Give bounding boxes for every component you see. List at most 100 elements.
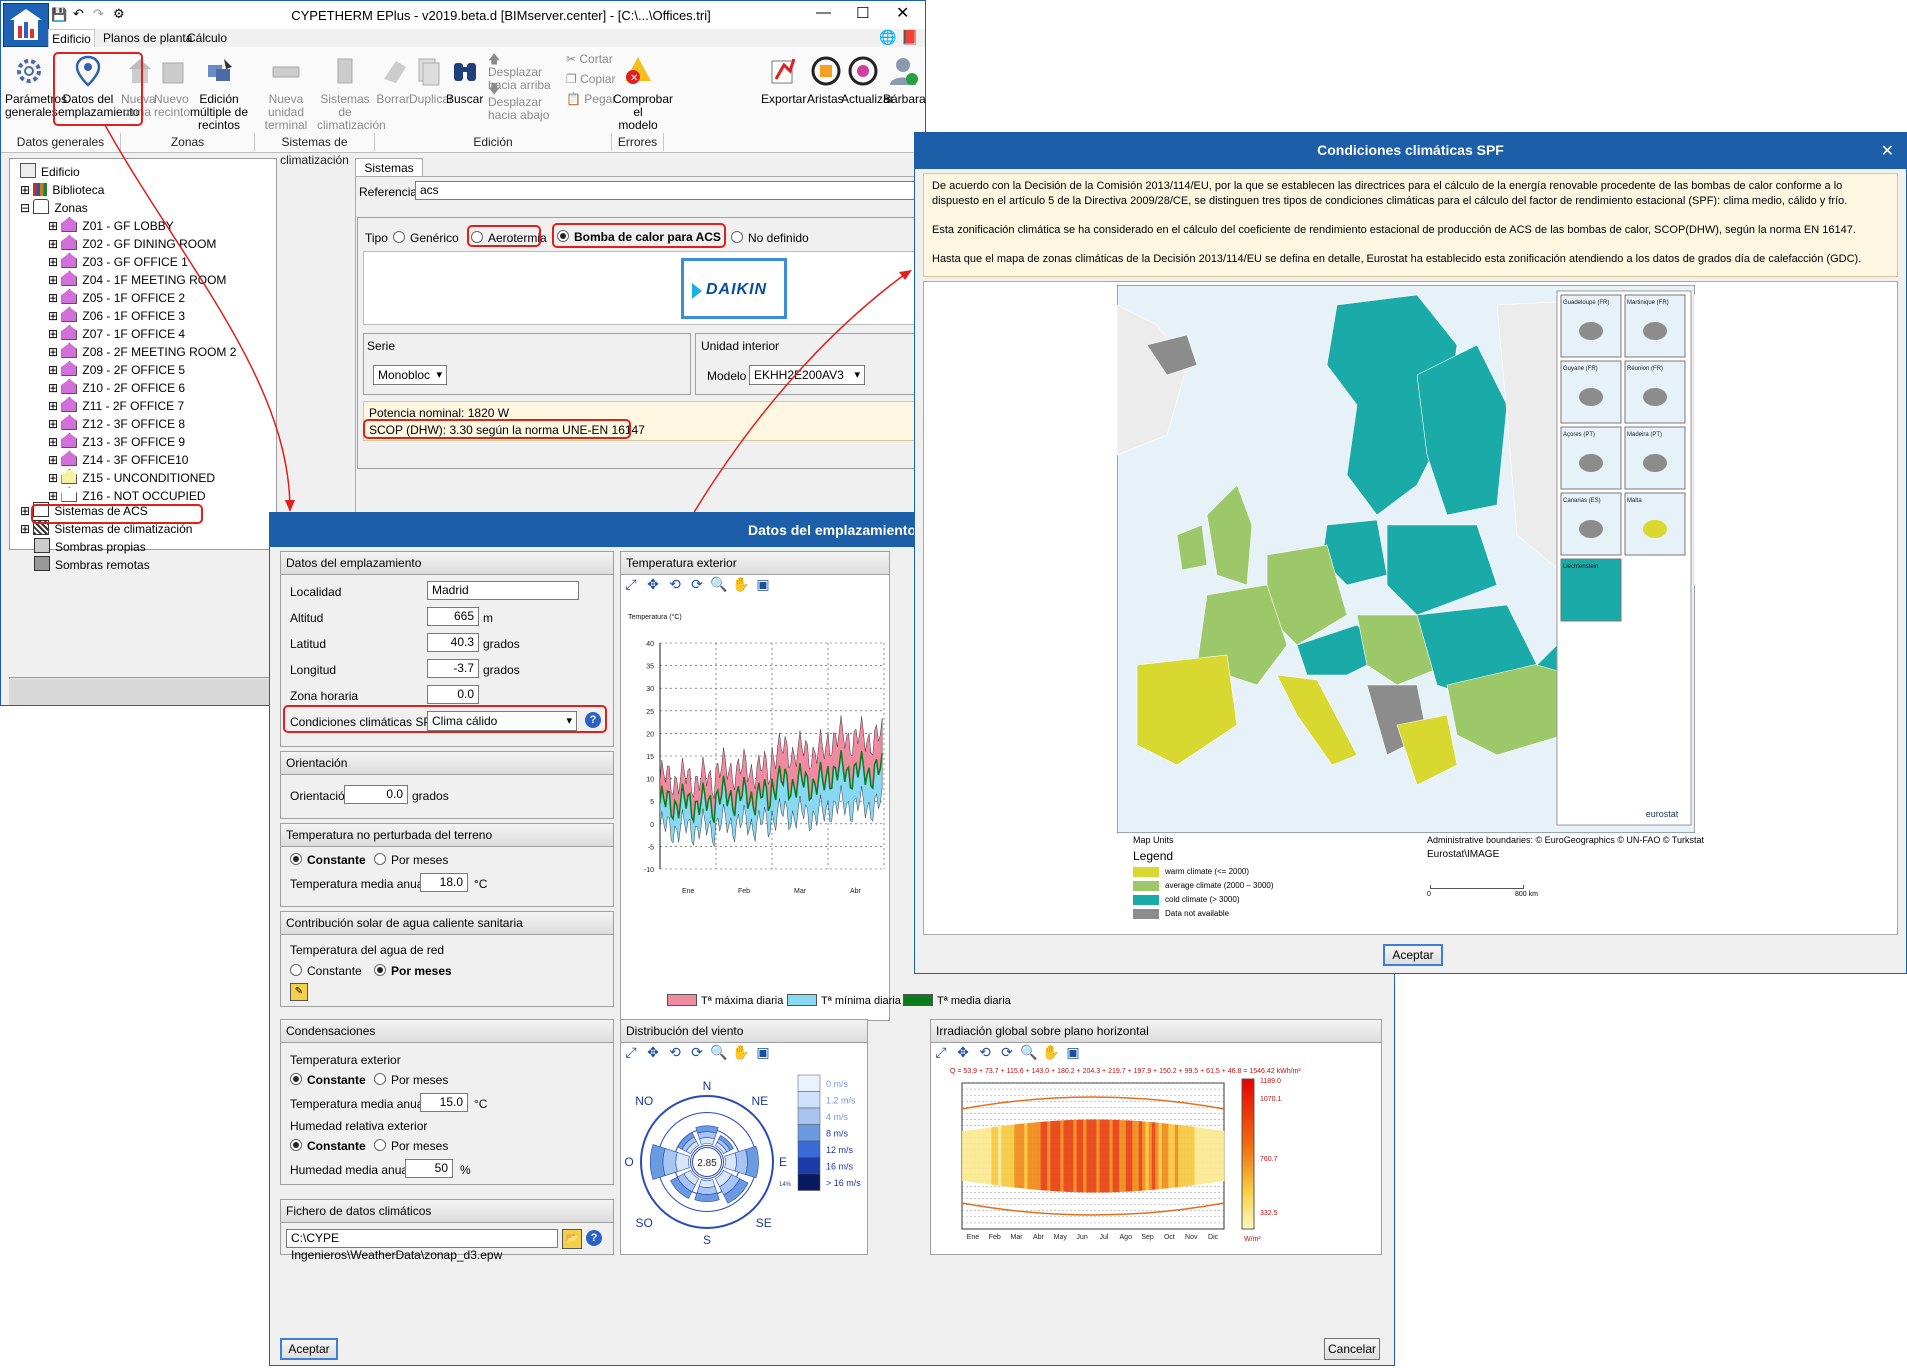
heatmap-column xyxy=(1027,1122,1032,1190)
y-tick-label: 0 xyxy=(650,822,654,829)
colorbar-label: 760.7 xyxy=(1260,1156,1278,1163)
heatmap-column xyxy=(981,1128,986,1184)
heatmap-column xyxy=(971,1129,976,1183)
y-tick-label: 30 xyxy=(646,686,654,693)
terreno-media-input[interactable]: 18.0 xyxy=(420,873,468,892)
condens-temp-constante-radio[interactable]: Constante xyxy=(290,1073,366,1087)
heatmap-column xyxy=(1194,1127,1199,1185)
zoom-fit-icon[interactable]: ⤢ xyxy=(932,1043,950,1061)
condens-temp-label: Temperatura exterior xyxy=(290,1053,401,1067)
heatmap-column xyxy=(1066,1120,1071,1192)
heatmap-column xyxy=(978,1128,982,1184)
heatmap-column xyxy=(1096,1119,1100,1193)
y-tick-label: 35 xyxy=(646,664,654,671)
condens-hum-unit: % xyxy=(460,1163,471,1177)
rotate-icon[interactable]: ⟳ xyxy=(688,1043,706,1061)
heatmap-column xyxy=(1050,1120,1054,1192)
condens-temp-media-label: Temperatura media anual: xyxy=(290,1097,430,1111)
export-image-icon[interactable]: ▣ xyxy=(754,575,772,593)
pan-hand-icon[interactable]: ✋ xyxy=(732,575,750,593)
rotate-icon[interactable]: ⟳ xyxy=(998,1043,1016,1061)
pan-hand-icon[interactable]: ✋ xyxy=(1042,1043,1060,1061)
inset-land xyxy=(1579,520,1603,538)
zoom-all-icon[interactable]: ✥ xyxy=(644,1043,662,1061)
spf-aceptar-button[interactable]: Aceptar xyxy=(1383,944,1443,966)
heatmap-column xyxy=(1056,1120,1061,1192)
rose-center-value: 2.85 xyxy=(697,1158,717,1169)
y-tick-label: 40 xyxy=(646,641,654,648)
spf-dialog: Condiciones climáticas SPF ✕ De acuerdo … xyxy=(914,132,1907,974)
heatmap-column xyxy=(1148,1122,1153,1190)
site-cancelar-button[interactable]: Cancelar xyxy=(1324,1338,1380,1360)
longitud-unit: grados xyxy=(483,663,520,677)
pan-hand-icon[interactable]: ✋ xyxy=(732,1043,750,1061)
inset-land xyxy=(1579,388,1603,406)
legend-entry: Data not available xyxy=(1165,909,1230,918)
condens-hum-constante-radio[interactable]: Constante xyxy=(290,1139,366,1153)
condens-hum-media-input[interactable]: 50 xyxy=(405,1159,453,1178)
condens-hum-meses-radio[interactable]: Por meses xyxy=(374,1139,448,1153)
heatmap-column xyxy=(1020,1123,1025,1189)
heatmap-column xyxy=(1109,1119,1113,1193)
fichero-path-input[interactable]: C:\CYPE Ingenieros\WeatherData\zonap_d3.… xyxy=(286,1229,558,1262)
spf-close-icon[interactable]: ✕ xyxy=(1881,141,1894,161)
heatmap-column xyxy=(1217,1130,1222,1182)
heatmap-column xyxy=(1014,1124,1018,1188)
condens-temp-media-input[interactable]: 15.0 xyxy=(420,1093,468,1112)
localidad-input[interactable]: Madrid xyxy=(427,581,579,600)
zoom-previous-icon[interactable]: ⟲ xyxy=(666,1043,684,1061)
export-image-icon[interactable]: ▣ xyxy=(754,1043,772,1061)
solar-constante-radio[interactable]: Constante xyxy=(290,964,362,978)
rose-segment xyxy=(649,1144,666,1180)
rotate-icon[interactable]: ⟳ xyxy=(688,575,706,593)
terreno-constante-radio[interactable]: Constante xyxy=(290,853,366,867)
zoom-fit-icon[interactable]: ⤢ xyxy=(622,575,640,593)
rose-segment xyxy=(734,1149,748,1175)
rose-direction-label: N xyxy=(703,1079,712,1093)
zona-horaria-label: Zona horaria xyxy=(290,689,359,703)
heatmap-column xyxy=(1102,1119,1107,1193)
heatmap-column xyxy=(991,1127,996,1185)
heatmap-column xyxy=(1191,1126,1195,1186)
heatmap-column xyxy=(1184,1125,1189,1187)
latitud-input[interactable]: 40.3 xyxy=(427,633,479,652)
zoom-previous-icon[interactable]: ⟲ xyxy=(666,575,684,593)
condens-temp-meses-radio[interactable]: Por meses xyxy=(374,1073,448,1087)
solar-meses-radio[interactable]: Por meses xyxy=(374,964,452,978)
rose-direction-label: SO xyxy=(636,1216,653,1230)
zoom-fit-icon[interactable]: ⤢ xyxy=(622,1043,640,1061)
longitud-input[interactable]: -3.7 xyxy=(427,659,479,678)
heatmap-column xyxy=(1063,1120,1068,1192)
rose-segment xyxy=(675,1151,690,1173)
zoom-window-icon[interactable]: 🔍 xyxy=(1020,1043,1038,1061)
heatmap-column xyxy=(1115,1119,1120,1193)
speed-class-label: 1.2 m/s xyxy=(826,1096,856,1106)
zoom-window-icon[interactable]: 🔍 xyxy=(710,575,728,593)
export-image-icon[interactable]: ▣ xyxy=(1064,1043,1082,1061)
irradiation-heatmap: Q = 53.9 + 73.7 + 115.6 + 143.0 + 180.2 … xyxy=(950,1068,1301,1243)
heatmap-column xyxy=(1119,1120,1123,1192)
solar-edit-icon[interactable]: ✎ xyxy=(290,983,308,1001)
agua-red-label: Temperatura del agua de red xyxy=(290,943,445,957)
heatmap-column xyxy=(1037,1122,1041,1190)
folder-open-icon[interactable]: 📂 xyxy=(562,1229,582,1249)
heatmap-column xyxy=(1158,1122,1163,1190)
site-aceptar-button[interactable]: Aceptar xyxy=(280,1338,338,1360)
speed-class-label: 12 m/s xyxy=(826,1145,854,1155)
zoom-all-icon[interactable]: ✥ xyxy=(954,1043,972,1061)
fichero-help-icon[interactable]: ? xyxy=(586,1230,602,1246)
heatmap-column xyxy=(1076,1119,1081,1193)
orientacion-input[interactable]: 0.0 xyxy=(344,785,408,804)
altitud-input[interactable]: 665 xyxy=(427,607,479,626)
heatmap-column xyxy=(1129,1120,1133,1192)
zoom-window-icon[interactable]: 🔍 xyxy=(710,1043,728,1061)
zoom-previous-icon[interactable]: ⟲ xyxy=(976,1043,994,1061)
terreno-meses-radio[interactable]: Por meses xyxy=(374,853,448,867)
zona-horaria-input[interactable]: 0.0 xyxy=(427,685,479,704)
latitud-unit: grados xyxy=(483,637,520,651)
inset-land xyxy=(1579,322,1603,340)
heatmap-column xyxy=(1086,1119,1091,1193)
speed-swatch xyxy=(797,1140,821,1158)
zoom-all-icon[interactable]: ✥ xyxy=(644,575,662,593)
orientacion-unit: grados xyxy=(412,789,449,803)
